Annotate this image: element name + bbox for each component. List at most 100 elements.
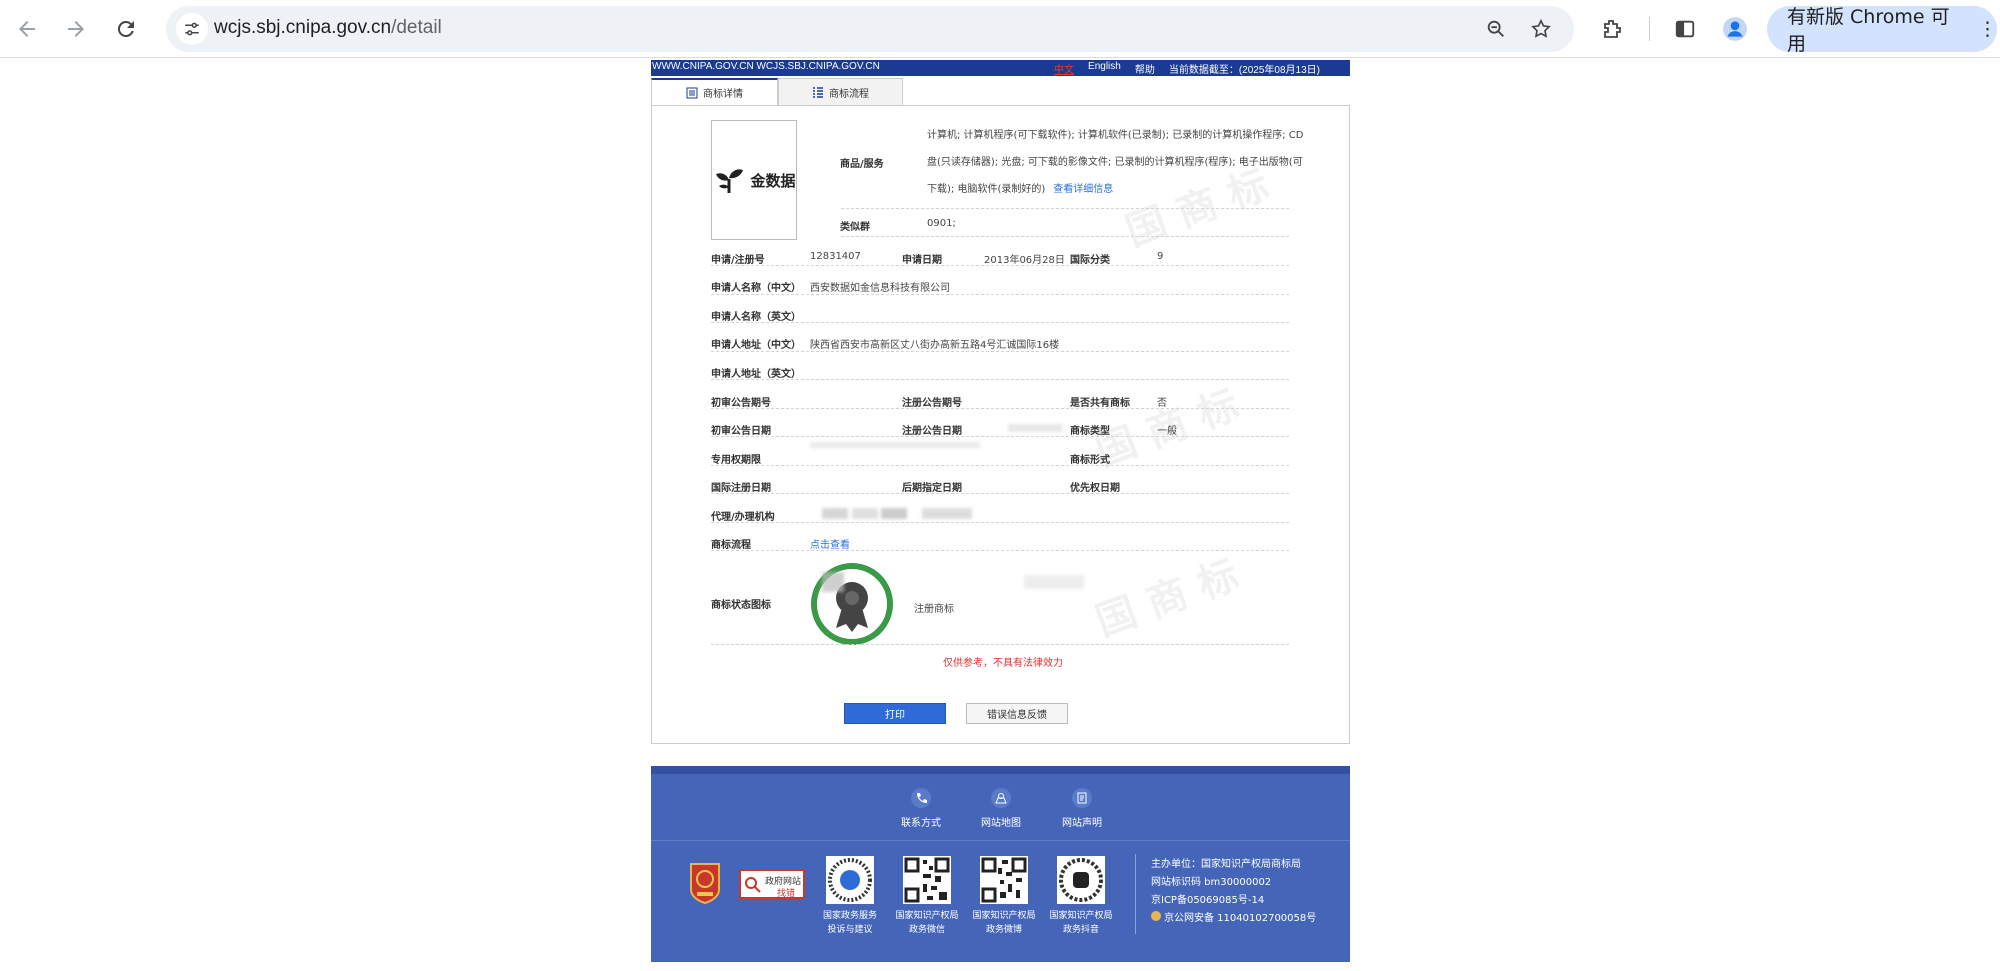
footer-link-contact[interactable]: 联系方式 xyxy=(886,788,956,829)
footer-link-statement[interactable]: 网站声明 xyxy=(1047,788,1117,829)
label-intl-class: 国际分类 xyxy=(1070,255,1110,266)
footer-links: 联系方式 网站地图 网站声明 xyxy=(651,788,1350,844)
forward-button[interactable] xyxy=(57,10,95,48)
site-settings-icon[interactable] xyxy=(176,13,208,45)
data-date: 当前数据截至：(2025年08月13日) xyxy=(1168,65,1320,76)
more-vert-icon: ⋮ xyxy=(1978,18,1997,40)
profile-avatar-icon[interactable] xyxy=(1719,13,1751,45)
label-prelim-no: 初审公告期号 xyxy=(711,398,771,409)
row-divider xyxy=(711,493,1289,494)
row-divider xyxy=(711,265,1289,266)
qr-code-wechat xyxy=(903,856,951,904)
label-reg-pub-date: 注册公告日期 xyxy=(902,426,962,437)
label-exclusive-period: 专用权期限 xyxy=(711,455,761,466)
address-bar[interactable]: wcjs.sbj.cnipa.gov.cn/detail xyxy=(166,6,1574,52)
brand-text: 金数据 xyxy=(750,171,796,190)
label-applicant-cn: 申请人名称（中文） xyxy=(711,283,801,294)
row-divider xyxy=(711,522,1289,523)
row-divider xyxy=(711,644,1289,645)
redacted-area xyxy=(822,572,844,592)
watermark: 国 商 标 xyxy=(1089,551,1245,646)
arrow-right-icon xyxy=(68,21,84,37)
label-agent: 代理/办理机构 xyxy=(711,512,775,523)
trademark-logo: 金数据 xyxy=(711,120,797,240)
reg-no-value: 12831407 xyxy=(810,251,861,262)
extensions-icon[interactable] xyxy=(1596,13,1628,45)
tab-trademark-process[interactable]: 商标流程 xyxy=(778,78,903,106)
bookmark-star-icon[interactable] xyxy=(1527,15,1555,43)
label-intl-reg-date: 国际注册日期 xyxy=(711,483,771,494)
emblem-icon xyxy=(690,863,720,905)
arrow-left-icon xyxy=(19,21,35,37)
qr-code-icon xyxy=(981,857,1027,903)
label-goods: 商品/服务 xyxy=(840,159,884,170)
back-button[interactable] xyxy=(8,10,46,48)
row-divider xyxy=(711,294,1289,295)
list-icon xyxy=(686,87,698,98)
qr-code-complaint xyxy=(826,856,874,904)
lang-en-link[interactable]: English xyxy=(1088,61,1121,76)
qr-caption-wechat: 国家知识产权局 政务微信 xyxy=(895,911,959,935)
footer-link-sitemap[interactable]: 网站地图 xyxy=(966,788,1036,829)
label-address-cn: 申请人地址（中文） xyxy=(711,340,801,351)
label-reg-no: 申请/注册号 xyxy=(711,255,765,266)
side-panel-icon[interactable] xyxy=(1669,13,1701,45)
app-date-value: 2013年06月28日 xyxy=(984,255,1065,266)
label-applicant-en: 申请人名称（英文） xyxy=(711,312,801,323)
print-button[interactable]: 打印 xyxy=(844,703,946,724)
footer-icp-link[interactable]: 京ICP备05069085号-14 xyxy=(1151,892,1316,910)
label-tm-type: 商标类型 xyxy=(1070,426,1110,437)
site-footer: 联系方式 网站地图 网站声明 政府网站 找错 国家政务服务 投诉与建议 国家知识产… xyxy=(651,766,1350,962)
row-divider xyxy=(711,322,1289,323)
registered-status-badge xyxy=(810,562,894,646)
address-cn-value: 陕西省西安市高新区丈八街办高新五路4号汇诚国际16楼 xyxy=(810,340,1060,351)
label-reg-pub-no: 注册公告期号 xyxy=(902,398,962,409)
label-tm-form: 商标形式 xyxy=(1070,455,1110,466)
goods-detail-link[interactable]: 查看详细信息 xyxy=(1053,184,1113,195)
redacted-value xyxy=(852,508,878,519)
qr-caption-douyin: 国家知识产权局 政务抖音 xyxy=(1049,911,1113,935)
phone-icon xyxy=(917,793,927,803)
update-label: 有新版 Chrome 可用 xyxy=(1787,6,1950,55)
error-feedback-button[interactable]: 错误信息反馈 xyxy=(966,703,1068,724)
label-status-icon: 商标状态图标 xyxy=(711,600,771,611)
row-divider xyxy=(841,236,1289,237)
footer-police-link[interactable]: 京公网安备 11040102700058号 xyxy=(1151,910,1316,928)
footer-info: 主办单位：国家知识产权局商标局 网站标识码 bm30000002 京ICP备05… xyxy=(1151,856,1316,928)
label-address-en: 申请人地址（英文） xyxy=(711,369,801,380)
row-divider xyxy=(711,465,1289,466)
lang-zh-link[interactable]: 中文 xyxy=(1054,61,1074,76)
help-link[interactable]: 帮助 xyxy=(1135,61,1155,76)
redacted-area xyxy=(1024,575,1084,589)
party-emblem-badge[interactable] xyxy=(687,862,723,905)
url-text: wcjs.sbj.cnipa.gov.cn/detail xyxy=(214,17,442,38)
magnifier-icon xyxy=(745,877,761,893)
qr-code-icon xyxy=(1059,858,1103,902)
reload-button[interactable] xyxy=(107,10,145,48)
document-icon xyxy=(1077,792,1087,804)
qr-code-douyin xyxy=(1057,856,1105,904)
label-priority-date: 优先权日期 xyxy=(1070,483,1120,494)
intl-class-value: 9 xyxy=(1157,251,1164,262)
goods-services: 计算机; 计算机程序(可下载软件); 计算机软件(已录制); 已录制的计算机操作… xyxy=(927,130,1304,195)
redacted-value xyxy=(1008,424,1062,432)
browser-toolbar: wcjs.sbj.cnipa.gov.cn/detail 有新版 Chrome … xyxy=(0,0,2000,58)
zoom-icon[interactable] xyxy=(1482,15,1510,43)
qr-caption-weibo: 国家知识产权局 政务微博 xyxy=(972,911,1036,935)
chrome-update-button[interactable]: 有新版 Chrome 可用 ⋮ xyxy=(1767,6,1997,55)
applicant-cn-value: 西安数据如金信息科技有限公司 xyxy=(810,283,950,294)
sitemap-icon xyxy=(995,793,1007,804)
footer-site-code: 网站标识码 bm30000002 xyxy=(1151,877,1272,888)
police-badge-icon xyxy=(1151,911,1161,921)
process-view-link[interactable]: 点击查看 xyxy=(810,536,850,551)
tab-trademark-detail[interactable]: 商标详情 xyxy=(651,78,778,106)
footer-divider xyxy=(651,840,1350,841)
footer-vertical-separator xyxy=(1135,854,1136,934)
row-divider xyxy=(841,208,1289,209)
disclaimer-text: 仅供参考，不具有法律效力 xyxy=(943,658,1063,669)
trademark-detail-page: WWW.CNIPA.GOV.CN WCJS.SBJ.CNIPA.GOV.CN 中… xyxy=(651,60,1350,744)
qr-code-icon xyxy=(904,857,950,903)
label-prelim-date: 初审公告日期 xyxy=(711,426,771,437)
gov-site-error-badge[interactable]: 政府网站 找错 xyxy=(739,869,805,899)
row-divider xyxy=(711,379,1289,380)
